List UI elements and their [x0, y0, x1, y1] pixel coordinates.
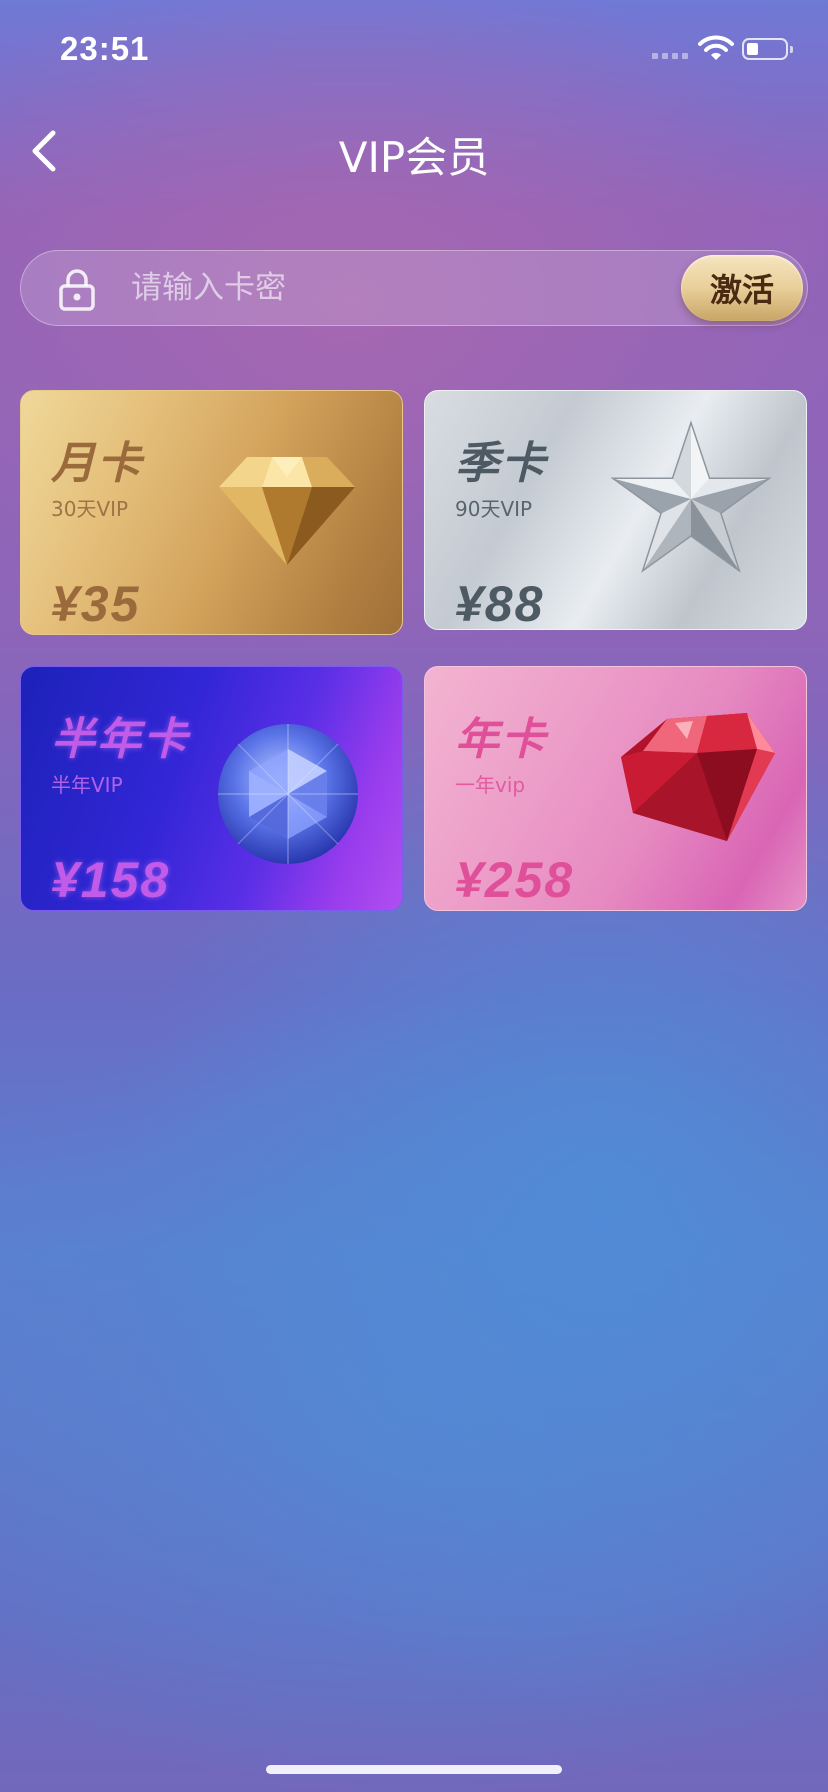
card-name: 年卡: [455, 714, 547, 765]
card-yearly[interactable]: 年卡 一年vip ¥258: [424, 666, 807, 911]
activate-button[interactable]: 激活: [681, 255, 803, 321]
lock-icon: [59, 269, 95, 311]
card-price: ¥88: [455, 576, 545, 630]
silver-star-icon: [611, 420, 771, 573]
card-monthly[interactable]: 月卡 30天VIP ¥35: [20, 390, 403, 635]
card-code-input[interactable]: [131, 265, 681, 311]
card-price: ¥258: [455, 852, 575, 908]
card-name: 半年卡: [51, 714, 189, 765]
card-name: 月卡: [51, 438, 143, 489]
card-subtitle: 一年vip: [455, 773, 526, 797]
card-name: 季卡: [455, 438, 547, 489]
battery-icon: [742, 38, 793, 60]
activation-bar: 激活: [20, 250, 808, 326]
blue-gem-icon: [218, 724, 358, 864]
card-half-year[interactable]: 半年卡 半年VIP ¥158: [20, 666, 403, 911]
card-price: ¥35: [51, 576, 141, 632]
status-bar: 23:51: [0, 0, 828, 100]
card-quarterly[interactable]: 季卡 90天VIP ¥88: [424, 390, 807, 630]
signal-icon: [652, 53, 688, 59]
ruby-gem-icon: [621, 713, 775, 841]
gold-diamond-icon: [219, 457, 355, 565]
page-title: VIP会员: [338, 133, 490, 182]
card-price: ¥158: [51, 852, 171, 908]
card-subtitle: 半年VIP: [51, 773, 123, 797]
card-subtitle: 90天VIP: [455, 497, 533, 521]
status-time: 23:51: [60, 30, 150, 67]
home-indicator: [266, 1765, 562, 1774]
wifi-icon: [698, 35, 734, 60]
card-subtitle: 30天VIP: [51, 497, 129, 521]
